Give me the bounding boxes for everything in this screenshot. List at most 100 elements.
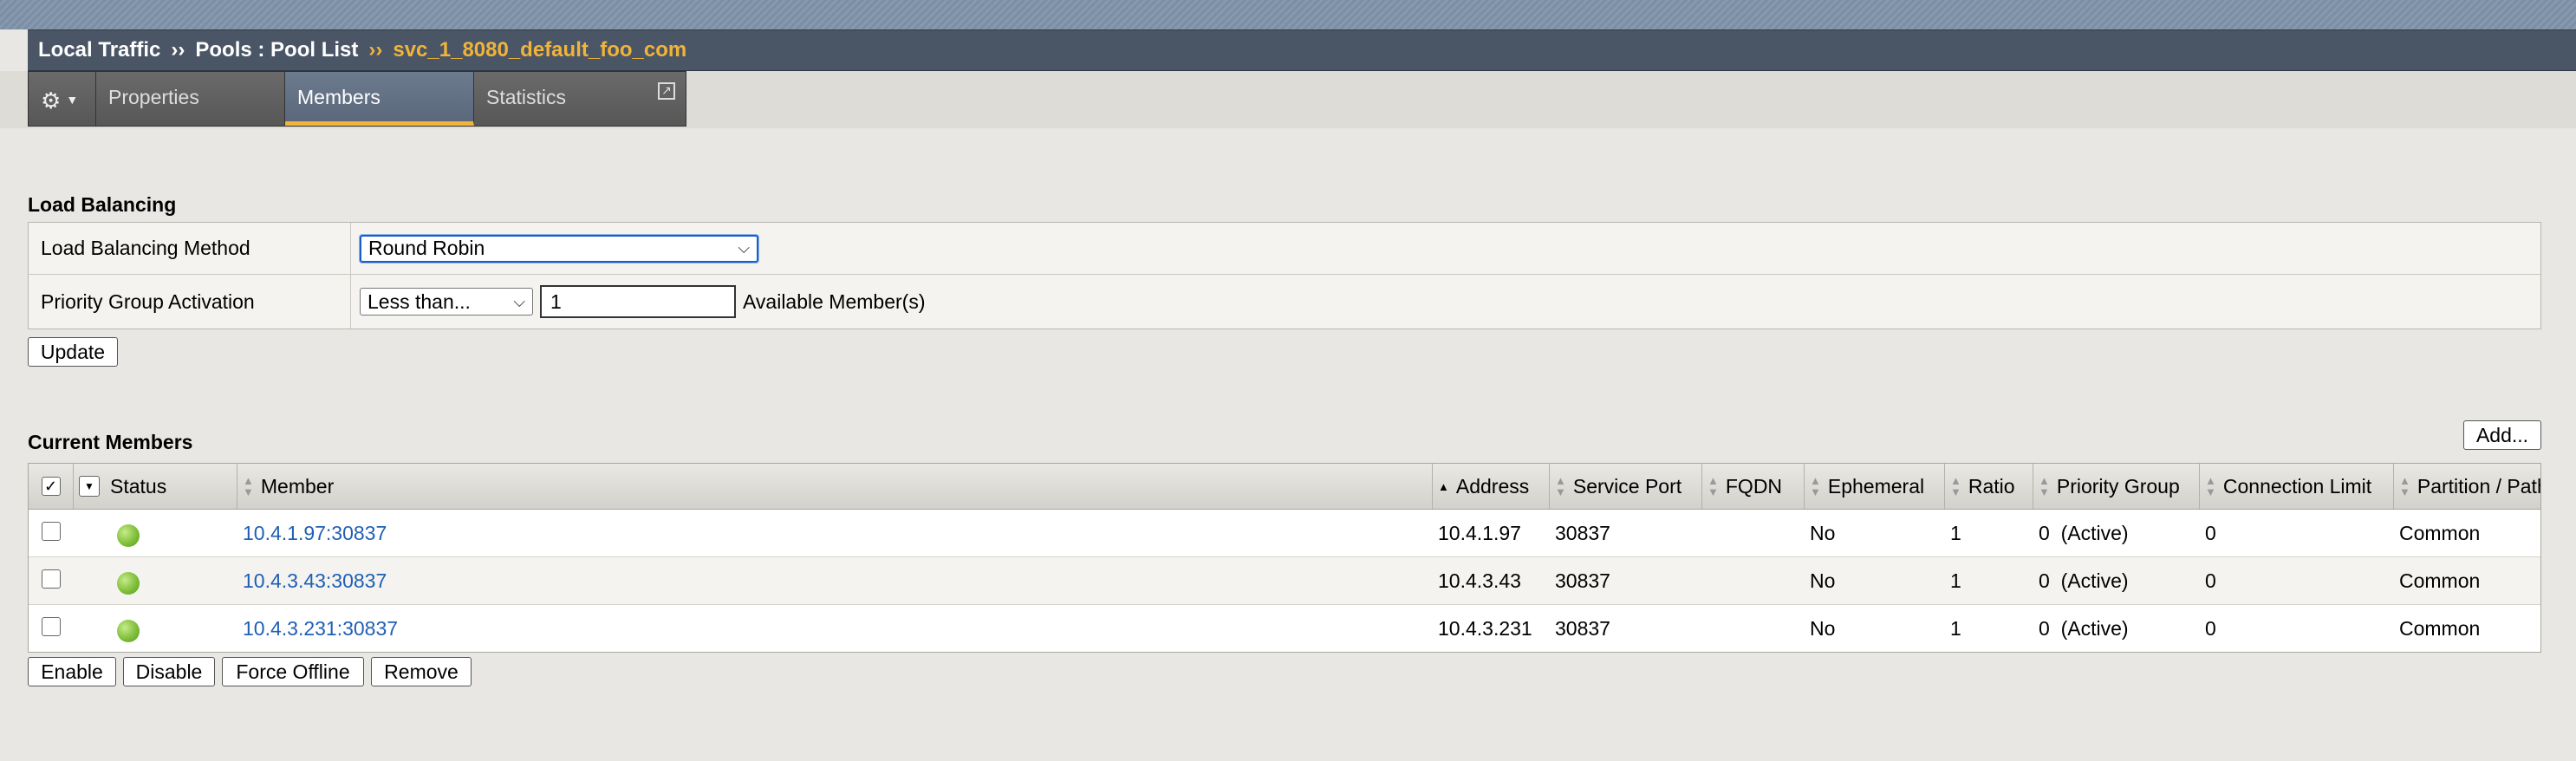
sort-ascending-icon: ▲ — [1438, 479, 1449, 493]
address-cell: 10.4.1.97 — [1438, 521, 1521, 544]
sort-icon: ▲ ▼ — [1810, 474, 1821, 498]
priority-group-cell: 0 (Active) — [2039, 569, 2129, 592]
service-port-cell: 30837 — [1555, 616, 1610, 640]
header-address-label: Address — [1455, 474, 1530, 498]
header-fqdn-label: FQDN — [1725, 474, 1783, 498]
ratio-cell: 1 — [1950, 521, 1961, 544]
partition-cell: Common — [2399, 616, 2481, 640]
priority-min-members-input[interactable]: 1 — [540, 285, 736, 318]
row-checkbox-cell — [29, 557, 74, 604]
popout-icon[interactable]: ↗ — [658, 82, 675, 100]
service-port-cell: 30837 — [1555, 521, 1610, 544]
table-row: 10.4.3.43:30837 10.4.3.43 30837 No 1 0 (… — [29, 557, 2540, 605]
chevron-down-icon[interactable]: ▼ — [79, 476, 100, 497]
current-members-title: Current Members — [28, 431, 193, 453]
header-address[interactable]: ▲ Address — [1433, 464, 1550, 509]
priority-suffix-label: Available Member(s) — [743, 289, 926, 313]
fqdn-cell — [1702, 510, 1805, 556]
header-ephemeral[interactable]: ▲ ▼ Ephemeral — [1805, 464, 1945, 509]
load-balancing-title: Load Balancing — [28, 193, 177, 216]
members-table-body: 10.4.1.97:30837 10.4.1.97 30837 No 1 0 (… — [29, 510, 2540, 652]
status-available-icon — [117, 620, 140, 642]
ratio-cell: 1 — [1950, 616, 1961, 640]
enable-button[interactable]: Enable — [28, 657, 116, 686]
row-checkbox[interactable] — [42, 569, 61, 589]
status-available-icon — [117, 572, 140, 595]
header-member[interactable]: ▲ ▼ Member — [237, 464, 1433, 509]
priority-group-cell: 0 (Active) — [2039, 616, 2129, 640]
header-member-label: Member — [260, 474, 335, 498]
sort-icon: ▲ ▼ — [2205, 474, 2216, 498]
row-checkbox[interactable] — [42, 522, 61, 541]
priority-group-cell: 0 (Active) — [2039, 521, 2129, 544]
breadcrumb-pool-list[interactable]: Pools : Pool List — [195, 38, 358, 62]
header-connection-limit[interactable]: ▲ ▼ Connection Limit — [2200, 464, 2394, 509]
header-connection-limit-label: Connection Limit — [2222, 474, 2372, 498]
status-cell — [74, 510, 237, 556]
header-partition-path-label: Partition / Path — [2417, 474, 2540, 498]
row-checkbox-cell — [29, 605, 74, 652]
select-all-cell: ✓ — [29, 464, 74, 509]
disable-button[interactable]: Disable — [123, 657, 215, 686]
address-cell: 10.4.3.43 — [1438, 569, 1521, 592]
header-status[interactable]: ▼ Status — [74, 464, 237, 509]
partition-cell: Common — [2399, 521, 2481, 544]
priority-selected-value: Less than... — [368, 289, 471, 313]
address-cell: 10.4.3.231 — [1438, 616, 1532, 640]
row-checkbox-cell — [29, 510, 74, 556]
status-available-icon — [117, 524, 140, 547]
header-ratio[interactable]: ▲ ▼ Ratio — [1945, 464, 2033, 509]
header-partition-path[interactable]: ▲ ▼ Partition / Path — [2394, 464, 2540, 509]
priority-label: Priority Group Activation — [29, 275, 351, 328]
force-offline-button[interactable]: Force Offline — [222, 657, 364, 686]
sort-icon: ▲ ▼ — [1555, 474, 1566, 498]
ratio-cell: 1 — [1950, 569, 1961, 592]
partition-cell: Common — [2399, 569, 2481, 592]
connection-limit-cell: 0 — [2205, 569, 2216, 592]
priority-group-select[interactable]: Less than... ⌵ — [360, 288, 533, 315]
header-fqdn[interactable]: ▲ ▼ FQDN — [1702, 464, 1805, 509]
chevron-down-icon: ⌵ — [738, 239, 750, 257]
header-priority-group-label: Priority Group — [2056, 474, 2180, 498]
fqdn-cell — [1702, 557, 1805, 604]
breadcrumb-local-traffic[interactable]: Local Traffic — [38, 38, 160, 62]
header-service-port[interactable]: ▲ ▼ Service Port — [1550, 464, 1702, 509]
chevron-down-icon: ⌵ — [513, 292, 525, 310]
load-balancing-method-select[interactable]: Round Robin ⌵ — [360, 234, 758, 263]
form-row-method: Load Balancing Method Round Robin ⌵ — [29, 223, 2540, 275]
member-link[interactable]: 10.4.1.97:30837 — [237, 510, 1433, 556]
select-all-checkbox[interactable]: ✓ — [41, 477, 61, 496]
connection-limit-cell: 0 — [2205, 616, 2216, 640]
method-selected-value: Round Robin — [368, 237, 485, 259]
header-priority-group[interactable]: ▲ ▼ Priority Group — [2033, 464, 2200, 509]
ephemeral-cell: No — [1810, 521, 1836, 544]
tab-statistics-label: Statistics — [486, 86, 567, 108]
breadcrumb-current-pool: svc_1_8080_default_foo_com — [393, 38, 687, 62]
tab-bar: ⚙ ▼ Properties Members Statistics ↗ — [28, 71, 686, 127]
method-label: Load Balancing Method — [29, 223, 351, 274]
row-checkbox[interactable] — [42, 617, 61, 636]
header-status-label: Status — [110, 474, 167, 498]
chevron-down-icon: ▼ — [66, 93, 79, 107]
sort-icon: ▲ ▼ — [2039, 474, 2050, 498]
table-row: 10.4.3.231:30837 10.4.3.231 30837 No 1 0… — [29, 605, 2540, 652]
members-table-header: ✓ ▼ Status ▲ ▼ Member ▲ Address ▲ ▼ Servic… — [29, 464, 2540, 510]
form-row-priority: Priority Group Activation Less than... ⌵… — [29, 275, 2540, 328]
service-port-cell: 30837 — [1555, 569, 1610, 592]
member-link[interactable]: 10.4.3.43:30837 — [237, 557, 1433, 604]
tab-properties[interactable]: Properties — [96, 72, 285, 126]
header-ratio-label: Ratio — [1968, 474, 2015, 498]
table-row: 10.4.1.97:30837 10.4.1.97 30837 No 1 0 (… — [29, 510, 2540, 557]
member-link[interactable]: 10.4.3.231:30837 — [237, 605, 1433, 652]
add-member-button[interactable]: Add... — [2463, 420, 2541, 450]
ephemeral-cell: No — [1810, 569, 1836, 592]
remove-button[interactable]: Remove — [371, 657, 472, 686]
tab-members[interactable]: Members — [285, 72, 474, 126]
tab-settings-menu[interactable]: ⚙ ▼ — [29, 72, 96, 126]
update-button[interactable]: Update — [28, 337, 118, 367]
method-value-cell: Round Robin ⌵ — [351, 223, 758, 274]
tab-statistics[interactable]: Statistics ↗ — [474, 72, 686, 126]
header-ephemeral-label: Ephemeral — [1827, 474, 1925, 498]
ephemeral-cell: No — [1810, 616, 1836, 640]
status-cell — [74, 605, 237, 652]
